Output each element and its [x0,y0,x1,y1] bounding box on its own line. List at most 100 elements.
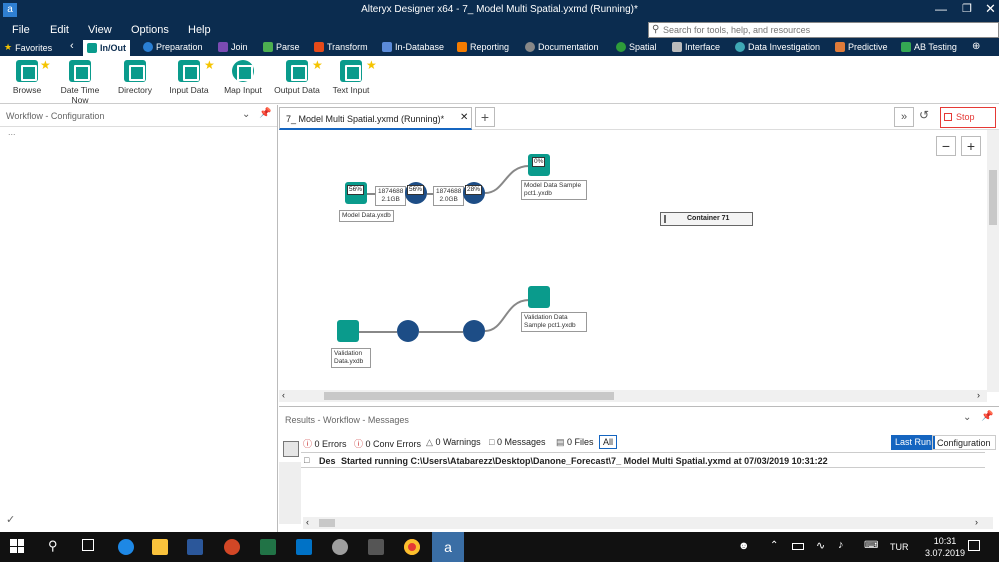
select-node[interactable] [397,320,419,342]
workflow-tab[interactable]: 7_ Model Multi Spatial.yxmd (Running)* ✕ [279,107,472,130]
chevron-down-icon[interactable]: ⌄ [242,109,250,120]
output-data-node[interactable] [528,286,550,308]
close-tab-icon[interactable]: ✕ [460,112,468,123]
word-icon[interactable] [187,539,203,555]
tab-preparation[interactable]: Preparation [143,42,203,52]
search-input[interactable] [663,24,993,36]
zoom-in-button[interactable]: + [961,136,981,156]
container-collapse-icon[interactable] [664,215,666,223]
menu-edit[interactable]: Edit [50,24,69,36]
reporting-icon [457,42,467,52]
tab-favorites[interactable]: ★ Favorites [4,42,52,53]
connection-count: 1874688 2.0GB [433,186,465,206]
tab-data-investigation[interactable]: Data Investigation [735,42,820,52]
scroll-left-icon[interactable]: ‹ [70,40,74,52]
volume-icon[interactable]: ♪ [838,539,844,551]
check-circle-icon[interactable]: ✓ [6,513,15,526]
excel-icon[interactable] [260,539,276,555]
filter-warnings[interactable]: △ 0 Warnings [426,437,481,448]
close-icon[interactable]: ✕ [985,1,996,17]
filter-files[interactable]: ▤ 0 Files [556,437,594,448]
wifi-icon[interactable]: ∿ [816,539,825,552]
clock-date[interactable]: 3.07.2019 [917,548,973,558]
task-view-icon[interactable] [82,539,94,551]
results-icon[interactable] [283,441,299,457]
chevron-up-icon[interactable]: ⌃ [770,540,778,551]
filter-conv-errors[interactable]: ⓘ 0 Conv Errors [354,437,421,450]
tab-ab-testing[interactable]: AB Testing [901,42,957,52]
alteryx-taskbar-icon[interactable]: a [432,532,464,562]
outlook-icon[interactable] [296,539,312,555]
tab-predictive[interactable]: Predictive [835,42,888,52]
tool-map-input[interactable]: Map Input [218,60,268,95]
notifications-icon[interactable] [968,540,980,551]
scroll-right-icon[interactable]: › [975,517,978,527]
transform-icon [314,42,324,52]
scroll-left-icon[interactable]: ‹ [282,390,285,400]
search-icon[interactable]: ⚲ [48,538,58,554]
tab-spatial[interactable]: Spatial [616,42,657,52]
powerpoint-icon[interactable] [224,539,240,555]
restore-icon[interactable]: ❐ [962,2,972,15]
tab-transform[interactable]: Transform [314,42,368,52]
last-run-button[interactable]: Last Run [891,435,936,450]
battery-icon[interactable] [792,543,804,550]
filter-all[interactable]: All [599,435,618,449]
clock-time[interactable]: 10:31 [925,536,965,546]
tab-parse[interactable]: Parse [263,42,300,52]
expand-button[interactable]: » [894,107,914,127]
menu-options[interactable]: Options [131,24,169,36]
chrome-icon[interactable] [404,539,420,555]
results-scrollbar[interactable]: ‹ › [303,517,993,529]
input-data-node[interactable] [337,320,359,342]
tab-documentation[interactable]: Documentation [525,42,599,52]
pin-icon[interactable]: 📌 [259,108,271,119]
menu-help[interactable]: Help [188,24,211,36]
tab-interface[interactable]: Interface [672,42,720,52]
search-box[interactable]: ⚲ [648,22,999,38]
add-category-icon[interactable]: ⊕ [972,41,980,52]
file-explorer-icon[interactable] [152,539,168,555]
join-icon [218,42,228,52]
minimize-icon[interactable]: — [935,2,947,16]
tool-date-time-now[interactable]: Date Time Now [55,60,105,105]
tab-in-database[interactable]: In-Database [382,42,444,52]
filter-messages[interactable]: □ 0 Messages [489,437,545,447]
tab-reporting[interactable]: Reporting [457,42,509,52]
filter-errors[interactable]: ⓘ 0 Errors [303,437,347,450]
sample-node[interactable] [463,320,485,342]
calculator-icon[interactable] [368,539,384,555]
add-tab-button[interactable]: + [475,107,495,127]
tab-in-out[interactable]: In/Out [83,40,130,56]
edge-icon[interactable] [118,539,134,555]
scroll-left-icon[interactable]: ‹ [306,517,309,527]
vertical-scrollbar[interactable] [987,130,999,392]
scroll-thumb[interactable] [319,519,335,527]
menu-view[interactable]: View [88,24,112,36]
horizontal-scrollbar[interactable]: ‹ › [279,390,987,402]
people-icon[interactable]: ☻ [738,540,750,552]
scroll-thumb[interactable] [324,392,614,400]
stop-button[interactable]: Stop [940,107,996,128]
ime-icon[interactable]: ⌨ [864,540,878,551]
tool-palette: Browse ★ Date Time Now Directory Input D… [0,56,999,105]
language-indicator[interactable]: TUR [890,542,909,552]
tab-join[interactable]: Join [218,42,248,52]
workflow-canvas[interactable]: − + 56% Model Data.yxdb 1874688 2.1GB 56%… [279,130,999,402]
results-table-row[interactable]: □ Des Started running C:\Users\Atabarezz… [301,452,985,468]
interface-icon [672,42,682,52]
container-box[interactable]: Container 71 [660,212,753,226]
configuration-button[interactable]: Configuration [932,435,996,450]
zoom-out-button[interactable]: − [936,136,956,156]
history-icon[interactable]: ↺ [919,108,929,122]
scroll-right-icon[interactable]: › [977,390,980,400]
scroll-thumb[interactable] [989,170,997,225]
output-data-icon [286,60,308,82]
in-out-icon [87,43,97,53]
pin-icon[interactable]: 📌 [981,411,993,422]
windows-start-icon[interactable] [10,539,24,553]
tool-directory[interactable]: Directory [110,60,160,95]
chevron-down-icon[interactable]: ⌄ [963,412,971,423]
menu-file[interactable]: File [12,24,30,36]
app-icon[interactable] [332,539,348,555]
